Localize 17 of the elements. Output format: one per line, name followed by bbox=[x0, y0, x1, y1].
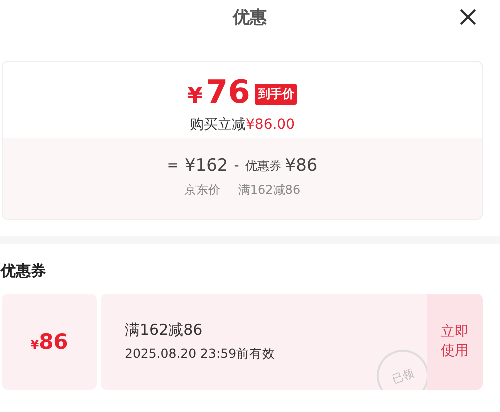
formula-amount: ¥86 bbox=[285, 156, 318, 176]
use-now-button[interactable]: 立即使用 bbox=[427, 294, 483, 390]
breakdown-note: 京东价 bbox=[184, 182, 220, 199]
close-button[interactable]: × bbox=[456, 2, 480, 32]
breakdown-note: 满162减86 bbox=[238, 182, 301, 199]
saving-text: 购买立减¥86.00 bbox=[190, 116, 295, 134]
sheet-title: 优惠 bbox=[233, 6, 267, 28]
formula-operator: - bbox=[234, 158, 240, 174]
formula-operator: = bbox=[167, 158, 179, 174]
section-title: 优惠券 bbox=[1, 262, 47, 281]
coupon-amount: ¥86 bbox=[30, 330, 68, 354]
formula-amount: ¥162 bbox=[184, 156, 228, 176]
final-price: ¥76 bbox=[188, 75, 250, 113]
coupon-condition: 满162减86 bbox=[125, 321, 204, 340]
final-price-tag: 到手价 bbox=[255, 84, 298, 105]
coupon-validity: 2025.08.20 23:59前有效 bbox=[125, 346, 277, 363]
formula-label: 优惠券 bbox=[245, 158, 282, 174]
